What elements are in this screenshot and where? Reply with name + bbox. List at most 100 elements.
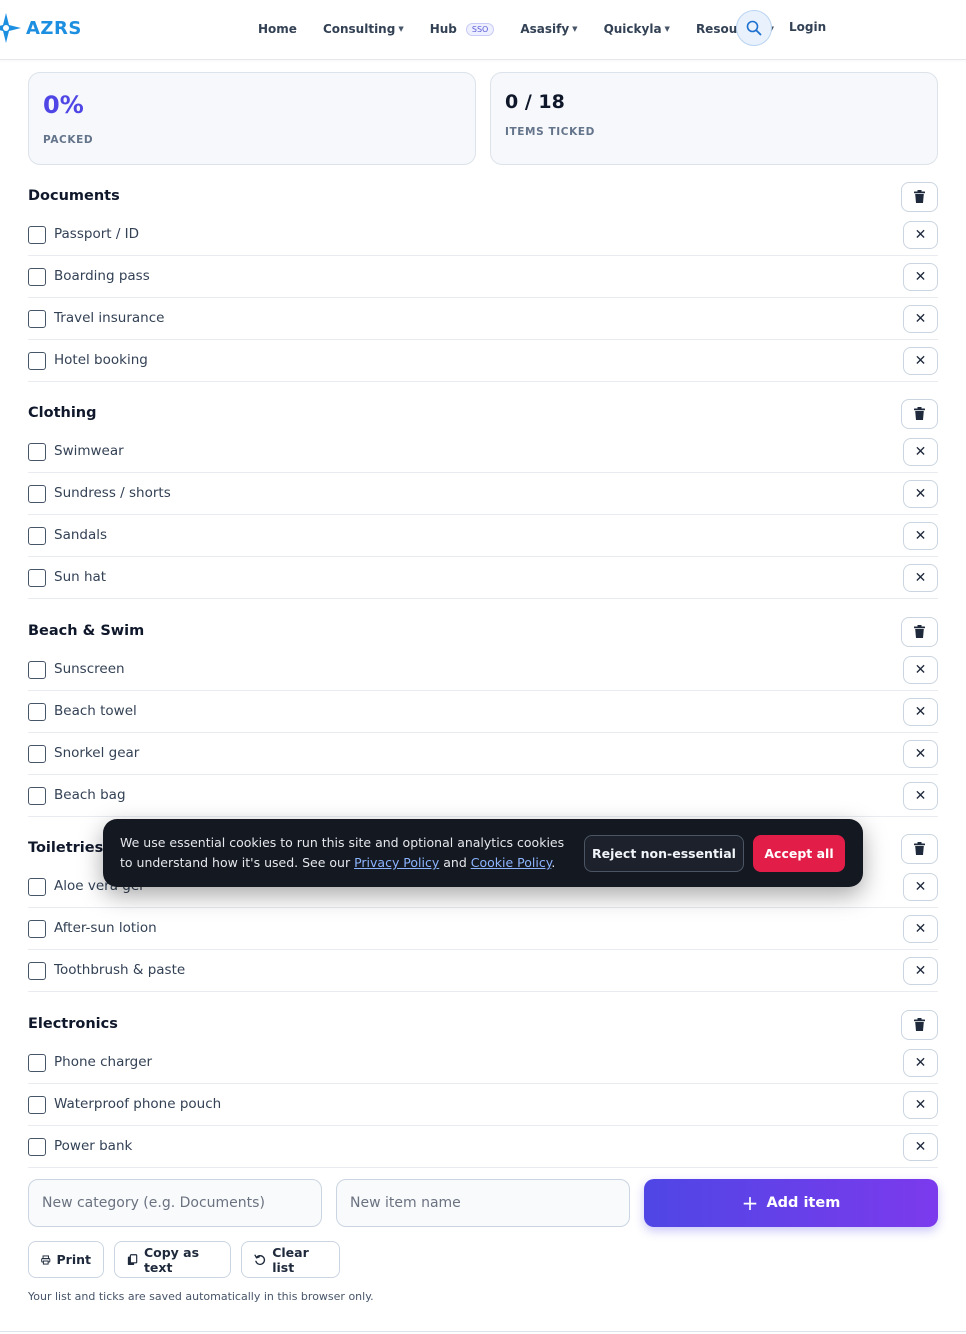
close-icon: ✕	[914, 920, 927, 937]
item-checkbox[interactable]	[28, 1095, 46, 1114]
item-checkbox[interactable]	[28, 1054, 46, 1072]
item-checkbox[interactable]	[28, 568, 46, 587]
delete-category-button[interactable]	[901, 617, 938, 647]
item-label: Hotel booking	[54, 351, 148, 368]
remove-item-button[interactable]: ✕	[903, 221, 938, 249]
print-button[interactable]: Print	[28, 1241, 104, 1278]
close-icon: ✕	[914, 352, 927, 369]
item-label: After-sun lotion	[54, 919, 157, 936]
copy-icon	[127, 1253, 138, 1265]
remove-item-button[interactable]: ✕	[903, 438, 938, 466]
remove-item-button[interactable]: ✕	[903, 563, 938, 592]
reject-cookies-button[interactable]: Reject non-essential	[584, 835, 744, 872]
checklist-item: Travel insurance ✕	[28, 298, 938, 340]
item-checkbox[interactable]	[28, 526, 46, 545]
privacy-policy-link[interactable]: Privacy Policy	[354, 855, 439, 870]
nav-consulting[interactable]: Consulting ▼	[323, 22, 404, 36]
item-label: Toothbrush & paste	[54, 961, 186, 978]
item-checkbox[interactable]	[28, 702, 46, 721]
item-checkbox[interactable]	[28, 351, 46, 370]
close-icon: ✕	[914, 485, 927, 502]
item-checkbox[interactable]	[28, 1137, 46, 1156]
item-checkbox[interactable]	[28, 878, 46, 896]
item-checkbox[interactable]	[28, 786, 46, 805]
close-icon: ✕	[914, 1055, 927, 1071]
item-checkbox[interactable]	[28, 443, 46, 461]
remove-item-button[interactable]: ✕	[903, 956, 938, 985]
nav-asasify[interactable]: Asasify ▼	[520, 22, 577, 36]
packed-label: PACKED	[43, 134, 94, 146]
checklist-item: Toothbrush & paste ✕	[28, 950, 938, 992]
remove-item-button[interactable]: ✕	[903, 656, 938, 684]
logo-icon	[0, 12, 22, 44]
undo-icon	[254, 1254, 266, 1265]
nav-quickyla[interactable]: Quickyla ▼	[604, 22, 670, 36]
delete-category-button[interactable]	[901, 1010, 938, 1040]
remove-item-button[interactable]: ✕	[903, 739, 938, 768]
checklist-item: Sun hat ✕	[28, 557, 938, 599]
remove-item-button[interactable]: ✕	[903, 521, 938, 550]
remove-item-button[interactable]: ✕	[903, 781, 938, 810]
delete-category-button[interactable]	[901, 834, 938, 864]
remove-item-button[interactable]: ✕	[903, 1132, 938, 1161]
ticked-count: 0 / 18	[505, 91, 565, 113]
top-navbar: AZRS Home Consulting ▼ Hub SSO Asasify ▼ Qu…	[0, 0, 966, 60]
item-checkbox[interactable]	[28, 661, 46, 679]
remove-item-button[interactable]: ✕	[903, 346, 938, 375]
nav-hub[interactable]: Hub SSO	[430, 22, 495, 36]
clear-list-button[interactable]: Clear list	[241, 1241, 340, 1278]
new-category-input[interactable]	[28, 1179, 322, 1227]
item-checkbox[interactable]	[28, 484, 46, 503]
item-checkbox[interactable]	[28, 226, 46, 244]
remove-item-button[interactable]: ✕	[903, 1090, 938, 1119]
item-label: Phone charger	[54, 1054, 153, 1070]
item-checkbox[interactable]	[28, 309, 46, 328]
new-item-input[interactable]	[336, 1179, 630, 1227]
checklist-item: Boarding pass ✕	[28, 256, 938, 298]
remove-item-button[interactable]: ✕	[903, 262, 938, 291]
packed-card: 0% PACKED	[28, 72, 476, 165]
ticked-label: ITEMS TICKED	[505, 126, 595, 138]
remove-item-button[interactable]: ✕	[903, 479, 938, 508]
logo[interactable]: AZRS	[0, 12, 82, 44]
checklist-item: Hotel booking ✕	[28, 340, 938, 382]
checklist-item: Sunscreen ✕	[28, 649, 938, 691]
item-checkbox[interactable]	[28, 267, 46, 286]
add-item-button[interactable]: + Add item	[644, 1179, 938, 1227]
delete-category-button[interactable]	[901, 399, 938, 429]
accept-cookies-button[interactable]: Accept all	[753, 835, 845, 872]
delete-category-button[interactable]	[901, 182, 938, 212]
login-link[interactable]: Login	[789, 20, 826, 34]
trash-icon	[914, 840, 925, 859]
close-icon: ✕	[914, 1138, 927, 1155]
item-checkbox[interactable]	[28, 919, 46, 938]
close-icon: ✕	[914, 569, 927, 586]
checklist-item: Snorkel gear ✕	[28, 733, 938, 775]
checklist-item: Sundress / shorts ✕	[28, 473, 938, 515]
item-label: Sunscreen	[54, 661, 125, 677]
logo-text: AZRS	[26, 17, 82, 39]
close-icon: ✕	[914, 745, 927, 762]
cookie-banner: We use essential cookies to run this sit…	[103, 819, 863, 887]
item-label: Beach bag	[54, 786, 126, 803]
chevron-down-icon: ▼	[664, 25, 670, 33]
checklist-item: Power bank ✕	[28, 1126, 938, 1168]
category-title: Documents	[28, 188, 120, 204]
remove-item-button[interactable]: ✕	[903, 304, 938, 333]
remove-item-button[interactable]: ✕	[903, 697, 938, 726]
cookie-policy-link[interactable]: Cookie Policy	[471, 855, 552, 870]
nav-home[interactable]: Home	[258, 22, 297, 36]
item-label: Sundress / shorts	[54, 484, 171, 501]
remove-item-button[interactable]: ✕	[903, 914, 938, 943]
copy-text-button[interactable]: Copy as text	[114, 1241, 231, 1278]
item-checkbox[interactable]	[28, 744, 46, 763]
close-icon: ✕	[914, 227, 927, 243]
checklist-item: Beach towel ✕	[28, 691, 938, 733]
remove-item-button[interactable]: ✕	[903, 873, 938, 901]
close-icon: ✕	[914, 962, 927, 979]
remove-item-button[interactable]: ✕	[903, 1049, 938, 1077]
item-checkbox[interactable]	[28, 961, 46, 980]
search-button[interactable]	[736, 10, 772, 46]
category-header: Electronics	[28, 1010, 938, 1040]
close-icon: ✕	[914, 310, 927, 327]
